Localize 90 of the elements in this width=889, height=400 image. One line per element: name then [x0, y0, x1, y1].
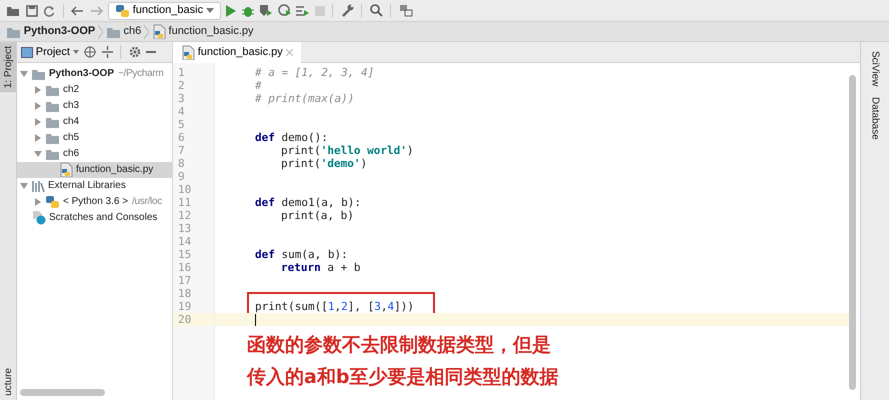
window-icon — [21, 46, 33, 58]
line-number: 8 — [177, 156, 186, 170]
line-number: 17 — [177, 274, 192, 287]
expanded-arrow-icon[interactable] — [20, 182, 28, 190]
code-line: return a + b — [281, 260, 360, 274]
tree-item[interactable]: ch2 — [17, 82, 172, 98]
line-number: 14 — [177, 234, 192, 248]
text-cursor — [255, 314, 256, 326]
back-arrow-icon[interactable] — [71, 6, 84, 16]
code-line: def demo1(a, b): — [255, 196, 361, 209]
list-run-icon[interactable] — [296, 4, 310, 16]
scratches-icon — [31, 210, 46, 226]
vertical-scrollbar[interactable] — [849, 75, 856, 390]
breadcrumb-item[interactable]: ch6 — [124, 23, 142, 40]
line-number: 12 — [177, 208, 192, 222]
shield-run-icon[interactable] — [259, 4, 272, 17]
bug-icon[interactable] — [242, 4, 254, 16]
clock-run-icon[interactable] — [278, 4, 291, 17]
run-configuration-dropdown[interactable]: function_basic — [108, 2, 221, 20]
expanded-arrow-icon[interactable] — [20, 70, 28, 78]
tree-item[interactable]: ch6 — [17, 146, 172, 162]
project-tool-tab[interactable]: 1: Project — [0, 42, 16, 92]
expanded-arrow-icon[interactable] — [34, 150, 42, 158]
horizontal-scrollbar[interactable] — [20, 389, 105, 396]
code-line: print(a, b) — [281, 208, 354, 222]
settings-icon[interactable] — [128, 46, 141, 58]
wrench-icon[interactable] — [340, 4, 354, 17]
line-number: 2 — [177, 78, 186, 92]
run-icon[interactable] — [226, 4, 236, 16]
sync-icon[interactable] — [43, 4, 55, 16]
line-number: 16 — [177, 260, 192, 274]
search-icon[interactable] — [370, 4, 383, 17]
line-number: 11 — [177, 196, 192, 209]
code-line: def sum(a, b): — [255, 248, 348, 261]
side-tool-tab[interactable]: Database — [868, 94, 882, 144]
side-tool-tab[interactable]: SciView — [868, 48, 882, 89]
line-number: 3 — [177, 92, 186, 105]
tree-item[interactable]: Scratches and Consoles — [17, 210, 172, 226]
line-number: 1 — [177, 66, 186, 79]
caret-icon — [72, 50, 79, 54]
code-line: def demo(): — [255, 130, 328, 144]
structure-tool-tab[interactable]: ucture — [0, 364, 16, 400]
line-number: 18 — [177, 286, 192, 300]
tree-item[interactable]: < Python 3.6 > /usr/loc — [17, 194, 172, 210]
line-number: 20 — [173, 312, 214, 326]
line-number: 19 — [177, 300, 192, 313]
library-icon — [31, 178, 45, 193]
window-stack-icon[interactable] — [398, 4, 413, 17]
editor-tab[interactable]: function_basic.py — [173, 42, 300, 63]
crosshair-icon[interactable] — [84, 46, 96, 58]
tree-item[interactable]: function_basic.py — [17, 162, 172, 178]
tree-item[interactable]: Python3-OOP ~/Pycharm — [17, 66, 172, 82]
code-line: print('hello world') — [281, 144, 414, 157]
code-line: # — [255, 78, 262, 92]
code-line: # print(max(a)) — [255, 92, 354, 105]
line-number: 7 — [177, 144, 186, 157]
tree-item[interactable]: ch5 — [17, 130, 172, 146]
collapsed-arrow-icon[interactable] — [34, 198, 42, 206]
save-icon[interactable] — [26, 4, 38, 16]
code-line: # a = [1, 2, 3, 4] — [255, 66, 374, 79]
forward-arrow-icon[interactable] — [90, 6, 102, 16]
line-number: 10 — [177, 182, 192, 196]
annotation-text: 函数的参数不去限制数据类型，但是 — [246, 332, 552, 358]
minimize-icon[interactable] — [146, 51, 156, 53]
collapse-icon[interactable] — [102, 46, 113, 58]
annotation-text: 传入的a和b至少要是相同类型的数据 — [246, 364, 560, 390]
tree-item[interactable]: ch4 — [17, 114, 172, 130]
python-file-icon — [181, 45, 195, 60]
breadcrumb-item[interactable]: Python3-OOP — [24, 23, 96, 40]
line-number: 15 — [177, 248, 192, 261]
python-file-icon — [59, 162, 73, 178]
code-line: print('demo') — [281, 156, 368, 170]
chevron-icon — [144, 24, 150, 38]
folder-icon[interactable] — [6, 4, 20, 16]
tree-item-path: /usr/loc — [132, 195, 162, 210]
python-icon — [115, 4, 130, 18]
code-line: print(sum([1,2], [3,4])) — [255, 300, 414, 313]
tree-item[interactable]: ch3 — [17, 98, 172, 114]
tree-item[interactable]: External Libraries — [17, 178, 172, 194]
caret-icon — [206, 8, 214, 13]
python-icon — [45, 194, 60, 209]
breadcrumb-item[interactable]: function_basic.py — [168, 23, 254, 40]
close-icon[interactable] — [286, 49, 292, 56]
line-number: 4 — [177, 104, 186, 118]
chevron-icon — [98, 24, 104, 38]
line-number: 13 — [177, 222, 192, 235]
line-number: 9 — [177, 170, 186, 183]
line-number: 6 — [177, 130, 186, 144]
tree-item-path: ~/Pycharm — [118, 67, 164, 82]
line-number: 5 — [177, 118, 186, 131]
